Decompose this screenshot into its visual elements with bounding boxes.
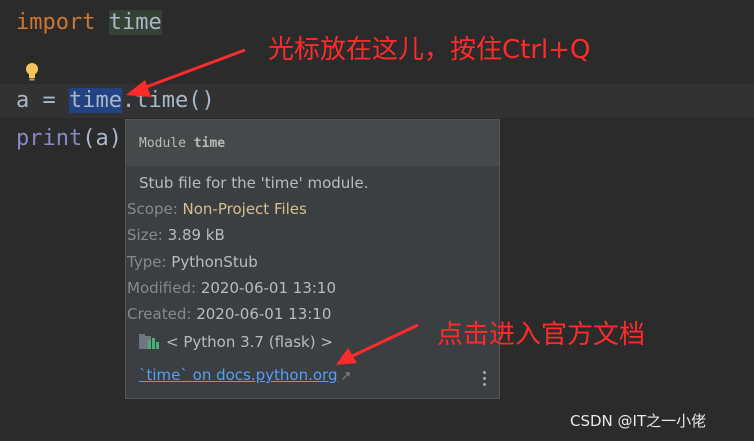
watermark: CSDN @IT之一小佬 <box>570 412 707 430</box>
code-editor[interactable]: import time a = time.time() print(a) Mod… <box>0 0 754 441</box>
annotation-arrow-top <box>126 48 246 97</box>
annotation-arrow-bottom <box>336 323 419 365</box>
annotation-arrows <box>126 48 419 365</box>
